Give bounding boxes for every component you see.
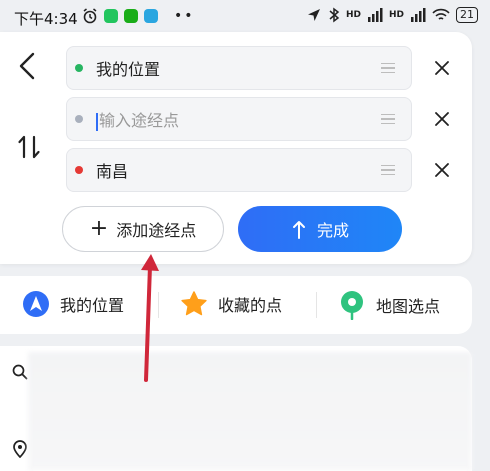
remove-waypoint-button[interactable] [430,107,454,131]
plus-icon: + [89,216,109,241]
wechat-icon [124,9,138,23]
status-notification-icons: •• [82,8,195,24]
drag-handle-icon[interactable] [381,62,395,74]
remove-destination-button[interactable] [430,158,454,182]
bluetooth-icon [329,7,340,23]
star-icon [181,291,207,316]
remove-start-button[interactable] [430,56,454,80]
drag-handle-icon[interactable] [381,164,395,176]
app-notification-icon [104,9,118,23]
wifi-icon [432,8,450,20]
quick-pick-on-map[interactable]: 地图选点 [338,290,440,320]
list-item[interactable] [12,440,28,458]
quick-pick-bar: 我的位置 收藏的点 地图选点 [0,276,472,334]
back-button[interactable] [14,50,42,82]
status-time: 下午4:34 [14,10,78,28]
battery-indicator: 21 [456,7,478,23]
quick-my-location-label: 我的位置 [60,296,125,315]
navigation-arrow-icon [23,291,49,317]
location-arrow-icon [307,9,320,21]
drag-handle-icon[interactable] [381,113,395,125]
location-pin-icon [13,440,27,458]
close-icon [435,163,449,177]
signal-bars-icon-2 [411,8,426,22]
waypoint-placeholder: 输入途经点 [99,111,180,130]
map-pin-icon [341,291,363,320]
quick-pick-on-map-label: 地图选点 [376,297,441,316]
start-location-text: 我的位置 [96,60,161,79]
search-icon [12,364,28,380]
start-location-field[interactable]: 我的位置 [66,46,412,90]
add-waypoint-label: 添加途经点 [116,221,197,240]
quick-favorites[interactable]: 收藏的点 [180,290,282,318]
done-button[interactable]: 完成 [238,206,402,252]
swap-vertical-icon [18,135,40,159]
destination-dot-icon [75,166,83,174]
signal-bars-icon [367,8,383,22]
telegram-icon [144,9,158,23]
close-icon [435,61,449,75]
quick-favorites-label: 收藏的点 [218,296,283,315]
divider [158,292,159,318]
list-item[interactable] [12,364,28,380]
blurred-results [28,352,472,471]
route-arrow-icon [292,221,305,239]
text-caret [96,112,98,131]
divider [316,292,317,318]
quick-my-location[interactable]: 我的位置 [22,290,124,318]
chevron-left-icon [19,52,35,80]
waypoint-dot-icon [75,115,83,123]
status-system-icons: HD HD 21 [306,7,478,23]
done-label: 完成 [316,221,349,240]
destination-field[interactable]: 南昌 [66,148,412,192]
alarm-icon [83,8,97,24]
waypoint-field[interactable]: 输入途经点 [66,97,412,141]
destination-text: 南昌 [96,162,129,181]
waypoint-input[interactable]: 输入途经点 [96,107,381,131]
status-bar: 下午4:34 •• HD HD 21 [0,0,490,34]
swap-route-button[interactable] [14,132,44,162]
more-notifications-icon: •• [174,8,195,24]
add-waypoint-button[interactable]: + 添加途经点 [62,206,224,252]
signal-hd-2: HD [388,10,404,20]
signal-hd-1: HD [345,10,361,20]
close-icon [435,112,449,126]
start-dot-icon [75,64,83,72]
